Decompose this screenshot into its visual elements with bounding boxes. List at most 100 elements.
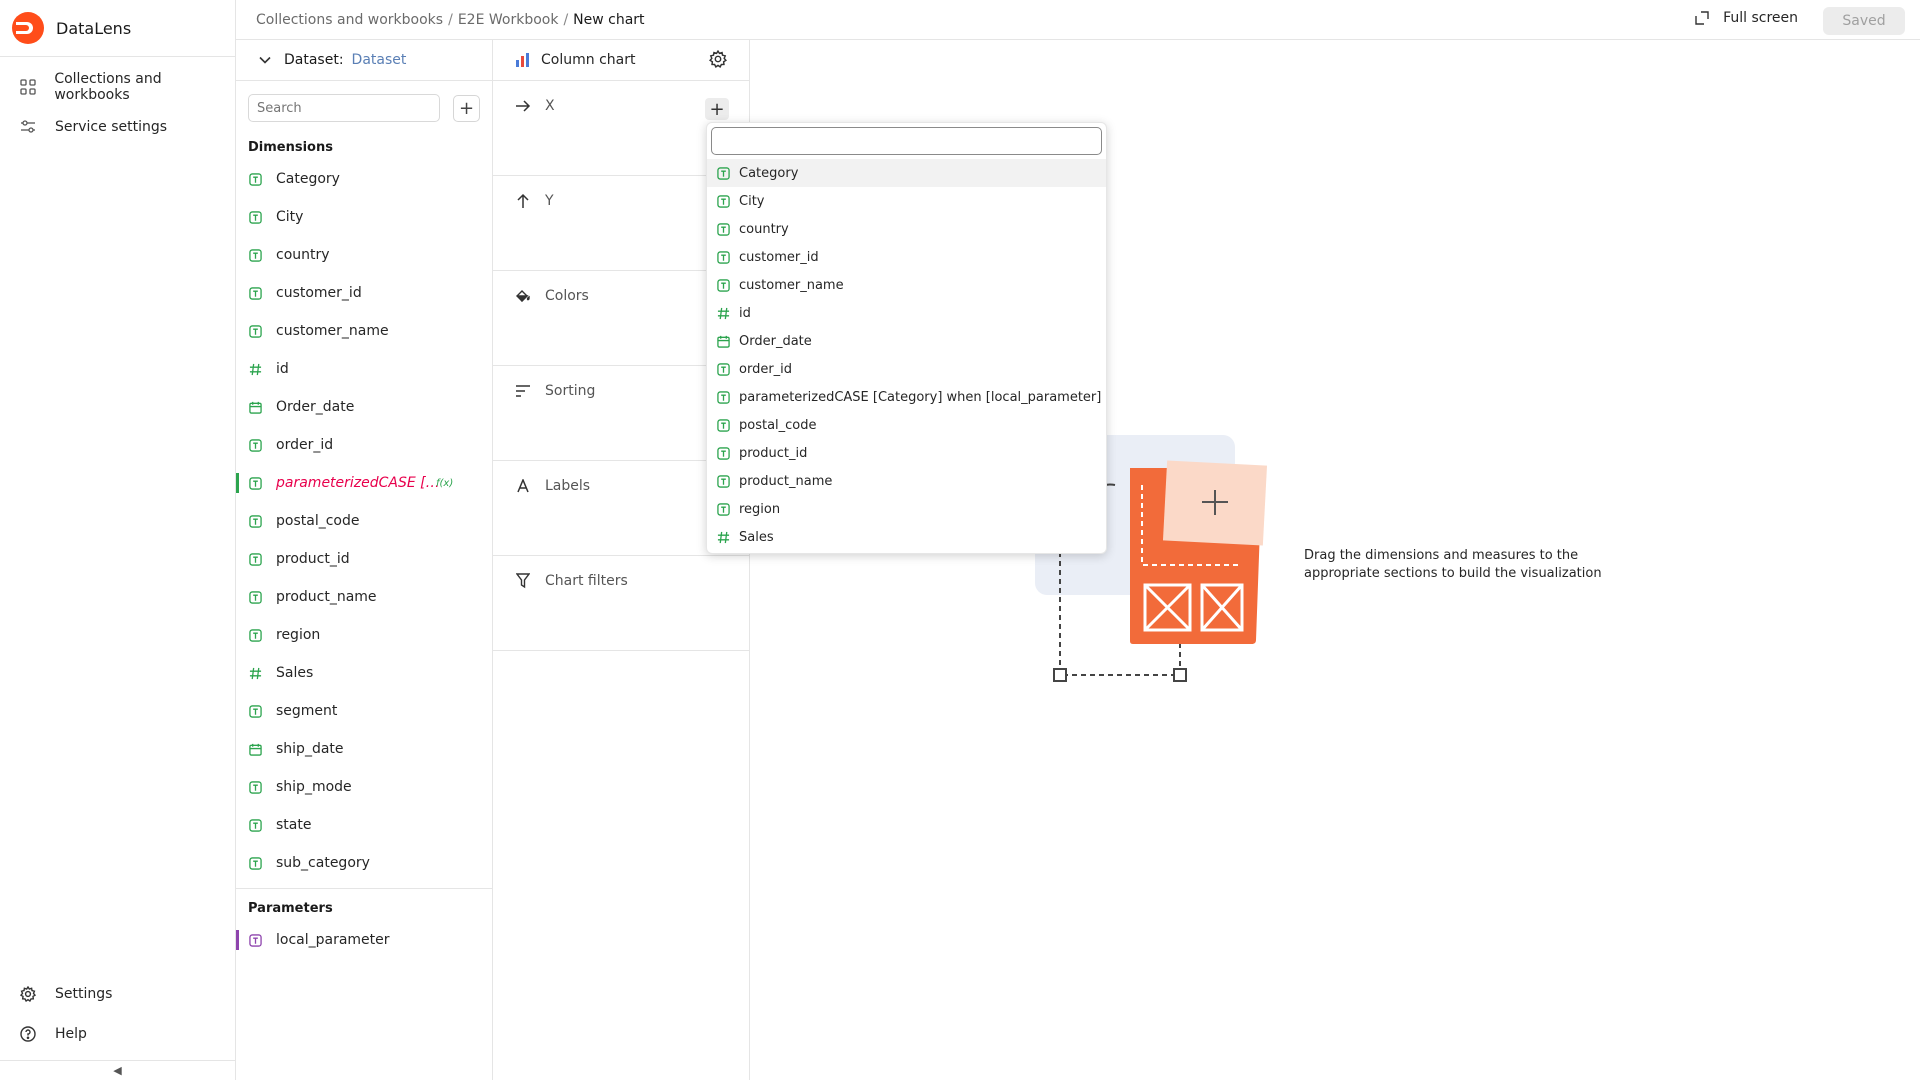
dimension-item[interactable]: state [236,806,492,844]
saved-button[interactable]: Saved [1823,7,1905,35]
dimension-item[interactable]: postal_code [236,502,492,540]
dimensions-title: Dimensions [248,140,333,155]
popup-search-input[interactable] [711,127,1102,155]
placeholder-label: Y [545,193,554,209]
label-a-icon [515,479,531,493]
dimension-item[interactable]: product_name [236,578,492,616]
dimension-item[interactable]: customer_id [236,274,492,312]
top-bar: Collections and workbooks / E2E Workbook… [236,0,1920,40]
text-type-icon [248,172,263,187]
dimension-item[interactable]: Category [236,160,492,198]
field-label: order_id [276,437,334,453]
add-field-button[interactable]: + [453,94,480,122]
popup-option[interactable]: country [707,215,1106,243]
popup-option-label: order_id [739,361,793,377]
text-type-icon [716,502,730,516]
text-type-icon [248,590,263,605]
parameter-item[interactable]: local_parameter [236,921,492,959]
popup-options-list: Category City country customer_id customer_n… [707,159,1106,551]
field-label: Sales [276,665,314,681]
popup-option-label: customer_name [739,277,844,293]
number-type-icon [248,666,263,681]
dimensions-list: Category City country customer_id customer_n… [236,160,492,882]
field-label: customer_id [276,285,362,301]
popup-option[interactable]: Sales [707,523,1106,551]
date-type-icon [716,334,730,348]
fullscreen-icon [1695,11,1709,25]
search-input[interactable] [248,94,441,122]
field-label: country [276,247,330,263]
parameters-title: Parameters [248,901,333,916]
field-select-popup: Category City country customer_id customer_n… [706,122,1107,554]
field-label: ship_mode [276,779,352,795]
popup-option[interactable]: postal_code [707,411,1106,439]
dimension-item[interactable]: Order_date [236,388,492,426]
popup-option[interactable]: region [707,495,1106,523]
dimension-item[interactable]: parameterizedCASE [… f(x) [236,464,492,502]
dimension-item[interactable]: Sales [236,654,492,692]
dimension-item[interactable]: sub_category [236,844,492,882]
popup-option[interactable]: Category [707,159,1106,187]
dimension-item[interactable]: customer_name [236,312,492,350]
field-label: sub_category [276,855,370,871]
app-navigation: DataLens Collections and workbooks Servi… [0,0,236,1080]
popup-option[interactable]: product_name [707,467,1106,495]
text-type-icon [716,166,730,180]
gear-icon[interactable] [709,50,727,68]
plus-icon: + [709,98,725,120]
popup-option[interactable]: City [707,187,1106,215]
paint-bucket-icon [515,288,531,304]
breadcrumb-workbook[interactable]: E2E Workbook [458,12,559,28]
empty-state-text: Drag the dimensions and measures to the … [1304,547,1624,583]
text-type-icon [248,780,263,795]
chart-type-header[interactable]: Column chart [493,40,749,81]
breadcrumb-current: New chart [573,11,645,28]
breadcrumb: Collections and workbooks / E2E Workbook… [256,12,645,28]
add-x-field-button[interactable]: + [705,98,729,120]
popup-option[interactable]: id [707,299,1106,327]
date-type-icon [248,400,263,415]
dataset-header[interactable]: Dataset: Dataset [236,40,492,81]
text-type-icon [248,476,263,491]
text-type-icon [716,194,730,208]
popup-option[interactable]: Order_date [707,327,1106,355]
dimension-item[interactable]: id [236,350,492,388]
fullscreen-button[interactable]: Full screen [1695,10,1798,26]
dimension-item[interactable]: region [236,616,492,654]
popup-option[interactable]: customer_name [707,271,1106,299]
dimension-item[interactable]: order_id [236,426,492,464]
text-type-icon [248,818,263,833]
dimension-item[interactable]: product_id [236,540,492,578]
placeholder-chart-filters[interactable]: Chart filters [493,556,749,651]
text-type-icon [248,856,263,871]
dimension-item[interactable]: segment [236,692,492,730]
text-type-icon [248,514,263,529]
dimension-item[interactable]: ship_mode [236,768,492,806]
dataset-label: Dataset: [284,52,344,68]
nav-item-help[interactable]: Help [0,1014,235,1054]
dimension-item[interactable]: City [236,198,492,236]
field-label: parameterizedCASE [… [276,475,440,491]
popup-option[interactable]: order_id [707,355,1106,383]
popup-option[interactable]: customer_id [707,243,1106,271]
nav-item-collections[interactable]: Collections and workbooks [0,67,235,107]
field-label: Category [276,171,340,187]
nav-item-service-settings[interactable]: Service settings [0,107,235,147]
collapse-nav-button[interactable]: ◀ [0,1060,235,1080]
breadcrumb-collections[interactable]: Collections and workbooks [256,12,443,28]
popup-option[interactable]: parameterizedCASE [Category] when [local… [707,383,1106,411]
chart-type-label: Column chart [541,52,636,68]
datalens-logo-icon [12,12,44,44]
plus-icon: + [459,97,475,119]
gear-icon [18,984,38,1004]
popup-option-label: id [739,305,751,321]
chevron-down-icon [259,56,271,64]
dimension-item[interactable]: country [236,236,492,274]
logo-row[interactable]: DataLens [0,0,235,57]
popup-option[interactable]: product_id [707,439,1106,467]
dataset-name-link[interactable]: Dataset [352,52,407,68]
nav-item-settings[interactable]: Settings [0,974,235,1014]
text-type-icon [248,628,263,643]
field-label: ship_date [276,741,344,757]
dimension-item[interactable]: ship_date [236,730,492,768]
